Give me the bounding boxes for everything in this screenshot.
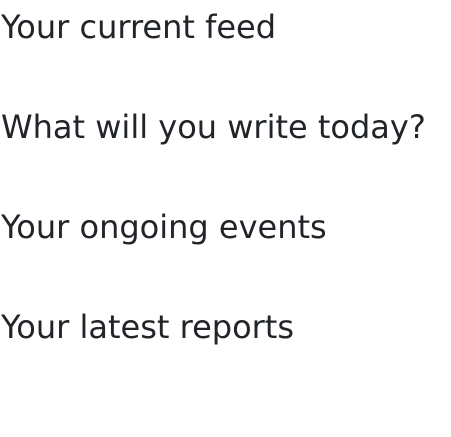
- write-today-heading: What will you write today?: [1, 108, 426, 146]
- latest-reports-heading: Your latest reports: [1, 308, 295, 346]
- current-feed-heading: Your current feed: [1, 8, 277, 46]
- ongoing-events-heading: Your ongoing events: [1, 208, 327, 246]
